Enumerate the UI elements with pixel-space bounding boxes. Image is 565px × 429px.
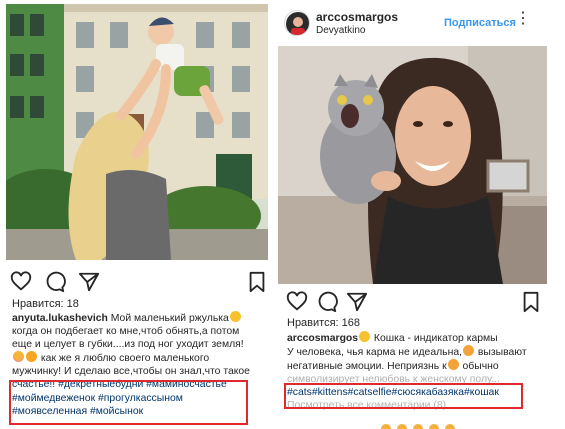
- caption-text: как же я люблю своего маленького: [38, 353, 210, 365]
- avatar[interactable]: [284, 10, 310, 36]
- post-photo-mother-and-child[interactable]: [6, 4, 268, 260]
- caption-username[interactable]: arccosmargos: [287, 333, 358, 344]
- cat-emoji-icon: [447, 359, 459, 371]
- post-actions: [286, 291, 542, 315]
- share-icon[interactable]: [78, 271, 100, 293]
- caption-text: когда он подбегает ко мне,чтоб обнять,а …: [12, 326, 240, 338]
- likes-count[interactable]: Нравится: 18: [12, 298, 79, 310]
- smile-emoji-icon: [229, 311, 241, 322]
- caption-text: еще и целует в губки....из под ног уходи…: [12, 339, 244, 351]
- left-post: Нравится: 18 anyuta.lukashevich Мой мале…: [0, 0, 270, 429]
- caption-text: Мой маленький ржулька: [107, 313, 229, 324]
- comment-icon[interactable]: [44, 271, 66, 293]
- caption-text: обычно: [459, 361, 499, 373]
- post-actions: [10, 271, 266, 295]
- cat-emoji-icon: [463, 345, 474, 357]
- heart-icon[interactable]: [286, 291, 308, 313]
- likes-count[interactable]: Нравится: 168: [287, 317, 360, 329]
- bookmark-icon[interactable]: [520, 291, 542, 313]
- more-icon[interactable]: ⋮: [515, 11, 531, 27]
- heart-eyes-emoji-icon: [26, 351, 37, 363]
- heart-icon[interactable]: [10, 271, 32, 293]
- hashtag-highlight-box: [9, 380, 248, 425]
- post-photo-girl-with-cat[interactable]: [278, 46, 547, 284]
- caption-text: вызывают: [475, 347, 527, 359]
- caption-text: Кошка - индикатор кармы: [371, 333, 498, 344]
- blush-emoji-icon: [13, 351, 24, 363]
- hashtag-highlight-box: [284, 383, 523, 409]
- smile-emoji-icon: [359, 331, 371, 342]
- caption-username[interactable]: anyuta.lukashevich: [12, 313, 108, 324]
- caption-text: мужчинку! И сделаю все,чтобы он знал,что…: [12, 366, 250, 378]
- follow-button[interactable]: Подписаться: [444, 17, 516, 29]
- post-header: arccosmargos Devyatkino Подписаться ⋮: [278, 0, 547, 46]
- comment-icon[interactable]: [316, 291, 338, 313]
- bookmark-icon[interactable]: [246, 271, 268, 293]
- story-dots: [381, 424, 455, 429]
- right-post: arccosmargos Devyatkino Подписаться ⋮ Нр…: [278, 0, 547, 429]
- caption-text: негативные эмоции. Неприязнь к: [287, 361, 447, 373]
- header-username[interactable]: arccosmargos: [316, 10, 398, 24]
- caption-text: У человека, чья карма не идеальна,: [287, 347, 462, 359]
- share-icon[interactable]: [346, 291, 368, 313]
- header-location[interactable]: Devyatkino: [316, 25, 365, 36]
